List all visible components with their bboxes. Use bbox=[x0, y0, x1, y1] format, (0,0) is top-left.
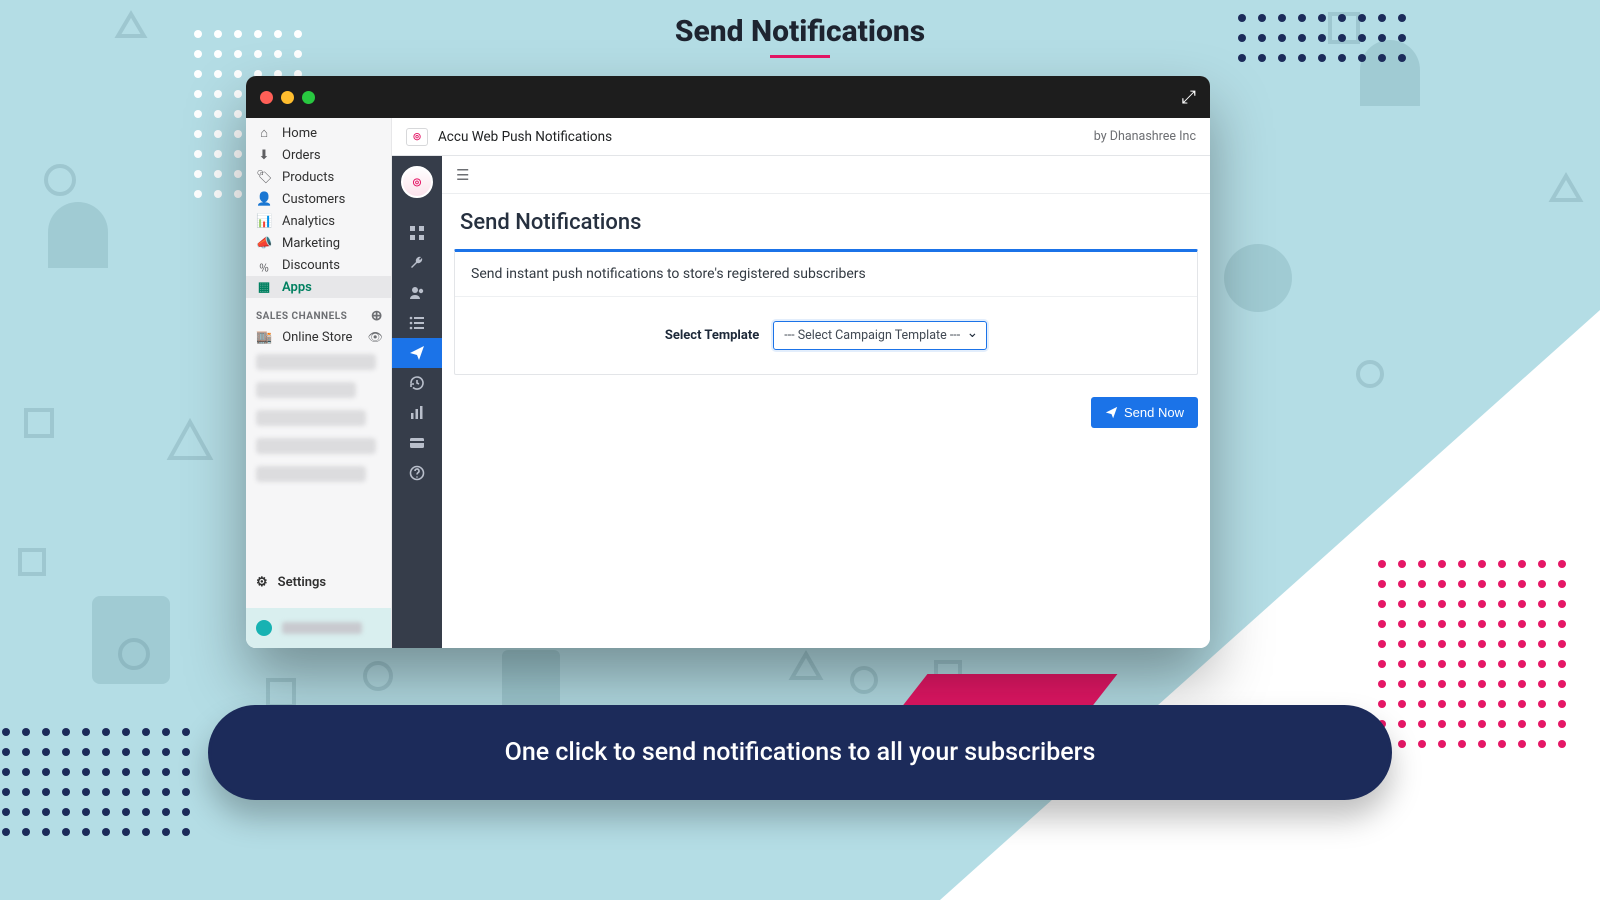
nav-users-icon[interactable] bbox=[392, 278, 442, 308]
blurred-item bbox=[256, 354, 376, 370]
tag-icon: 🏷︎ bbox=[256, 170, 272, 185]
nav-label: Products bbox=[282, 170, 334, 185]
nav-label: Discounts bbox=[282, 258, 340, 273]
sidebar-item-apps[interactable]: ▦ Apps bbox=[246, 276, 391, 298]
blurred-item bbox=[256, 466, 366, 482]
sidebar-item-settings[interactable]: ⚙ Settings bbox=[246, 563, 391, 608]
embedded-app-area: ◎ Accu Web Push Notifications by Dhanash… bbox=[392, 118, 1210, 648]
window-controls bbox=[260, 91, 315, 104]
sidebar-section-sales-channels: SALES CHANNELS ⊕ bbox=[246, 298, 391, 326]
page-heading: Send Notifications bbox=[0, 14, 1600, 49]
nav-list-icon[interactable] bbox=[392, 308, 442, 338]
gear-icon: ⚙ bbox=[256, 575, 268, 590]
nav-label: Customers bbox=[282, 192, 345, 207]
orders-icon: ⬇ bbox=[256, 148, 272, 163]
nav-label: Apps bbox=[282, 280, 312, 295]
nav-chart-icon[interactable] bbox=[392, 398, 442, 428]
home-icon: ⌂ bbox=[256, 125, 272, 141]
sidebar-item-analytics[interactable]: 📊 Analytics bbox=[246, 210, 391, 232]
nav-history-icon[interactable] bbox=[392, 368, 442, 398]
panel-description: Send instant push notifications to store… bbox=[455, 252, 1197, 297]
shopify-sidebar: ⌂ Home ⬇ Orders 🏷︎ Products 👤 Customers … bbox=[246, 118, 392, 648]
app-publisher: by Dhanashree Inc bbox=[1094, 129, 1196, 144]
bars-icon: 📊 bbox=[256, 214, 272, 229]
sidebar-item-customers[interactable]: 👤 Customers bbox=[246, 188, 391, 210]
plus-icon[interactable]: ⊕ bbox=[371, 308, 383, 324]
sidebar-item-orders[interactable]: ⬇ Orders bbox=[246, 144, 391, 166]
apps-icon: ▦ bbox=[256, 280, 272, 295]
nav-wrench-icon[interactable] bbox=[392, 248, 442, 278]
store-icon: 🏬 bbox=[256, 330, 272, 345]
nav-label: Settings bbox=[278, 575, 326, 590]
nav-label: Home bbox=[282, 126, 317, 141]
nav-help-icon[interactable] bbox=[392, 458, 442, 488]
megaphone-icon: 📣 bbox=[256, 236, 272, 251]
app-window: ⤢ ⌂ Home ⬇ Orders 🏷︎ Products 👤 Customer… bbox=[246, 76, 1210, 648]
send-panel: Send instant push notifications to store… bbox=[454, 249, 1198, 375]
sidebar-item-online-store[interactable]: 🏬 Online Store 👁 bbox=[246, 326, 391, 348]
dot-grid-bottom-right bbox=[1378, 560, 1566, 748]
sidebar-item-home[interactable]: ⌂ Home bbox=[246, 122, 391, 144]
app-vertical-nav: ◎ bbox=[392, 156, 442, 648]
nav-card-icon[interactable] bbox=[392, 428, 442, 458]
nav-label: Marketing bbox=[282, 236, 340, 251]
sidebar-item-marketing[interactable]: 📣 Marketing bbox=[246, 232, 391, 254]
blurred-store-name bbox=[282, 622, 362, 634]
sidebar-item-products[interactable]: 🏷︎ Products bbox=[246, 166, 391, 188]
close-icon[interactable] bbox=[260, 91, 273, 104]
zoom-icon[interactable] bbox=[302, 91, 315, 104]
app-title: Accu Web Push Notifications bbox=[438, 129, 612, 145]
select-template-label: Select Template bbox=[665, 328, 759, 343]
hamburger-button[interactable]: ☰ bbox=[442, 156, 1210, 194]
dot-grid-bottom-left bbox=[2, 728, 190, 836]
minimize-icon[interactable] bbox=[281, 91, 294, 104]
heading-underline bbox=[770, 55, 830, 58]
user-icon: 👤 bbox=[256, 192, 272, 207]
store-chip[interactable] bbox=[246, 608, 391, 648]
nav-send-icon[interactable] bbox=[392, 338, 442, 368]
nav-label: Online Store bbox=[282, 330, 352, 345]
nav-dashboard-icon[interactable] bbox=[392, 218, 442, 248]
blurred-item bbox=[256, 382, 356, 398]
window-titlebar: ⤢ bbox=[246, 76, 1210, 118]
blurred-item bbox=[256, 410, 366, 426]
campaign-template-select[interactable]: --- Select Campaign Template --- bbox=[773, 321, 987, 350]
send-label: Send Now bbox=[1124, 405, 1184, 420]
app-logo-icon: ◎ bbox=[406, 128, 428, 146]
app-main: ☰ Send Notifications Send instant push n… bbox=[442, 156, 1210, 648]
section-label: SALES CHANNELS bbox=[256, 311, 347, 322]
store-avatar-icon bbox=[256, 620, 272, 636]
expand-icon[interactable]: ⤢ bbox=[1182, 87, 1196, 108]
select-value: --- Select Campaign Template --- bbox=[784, 328, 960, 343]
blurred-item bbox=[256, 438, 376, 454]
app-header: ◎ Accu Web Push Notifications by Dhanash… bbox=[392, 118, 1210, 156]
nav-label: Orders bbox=[282, 148, 321, 163]
send-now-button[interactable]: Send Now bbox=[1091, 397, 1198, 428]
caption-pill: One click to send notifications to all y… bbox=[208, 705, 1392, 800]
eye-icon[interactable]: 👁 bbox=[368, 330, 383, 344]
paper-plane-icon bbox=[1105, 406, 1118, 419]
discount-icon: ﹪ bbox=[256, 256, 272, 275]
sidebar-item-discounts[interactable]: ﹪ Discounts bbox=[246, 254, 391, 276]
nav-label: Analytics bbox=[282, 214, 335, 229]
page-title: Send Notifications bbox=[442, 194, 1210, 249]
app-brand-icon: ◎ bbox=[401, 166, 433, 198]
